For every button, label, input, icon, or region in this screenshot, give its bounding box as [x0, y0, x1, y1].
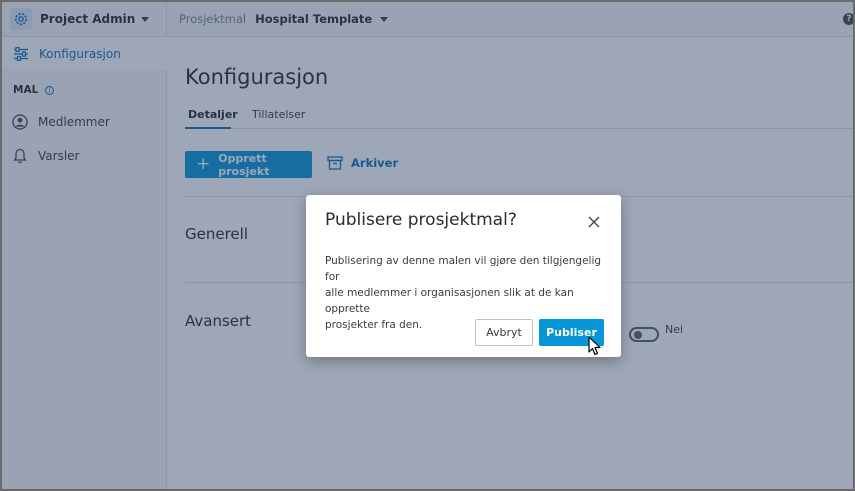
- app-window: Project Admin Prosjektmal Hospital Templ…: [0, 0, 855, 491]
- dialog-message-line: alle medlemmer i organisasjonen slik at …: [325, 287, 574, 315]
- publish-dialog: Publisere prosjektmal? Publisering av de…: [306, 195, 621, 357]
- cancel-button[interactable]: Avbryt: [475, 319, 533, 346]
- mouse-cursor-icon: [588, 336, 601, 356]
- dialog-message-line: Publisering av denne malen vil gjøre den…: [325, 255, 602, 283]
- dialog-title: Publisere prosjektmal?: [325, 210, 517, 230]
- close-icon[interactable]: [586, 214, 602, 230]
